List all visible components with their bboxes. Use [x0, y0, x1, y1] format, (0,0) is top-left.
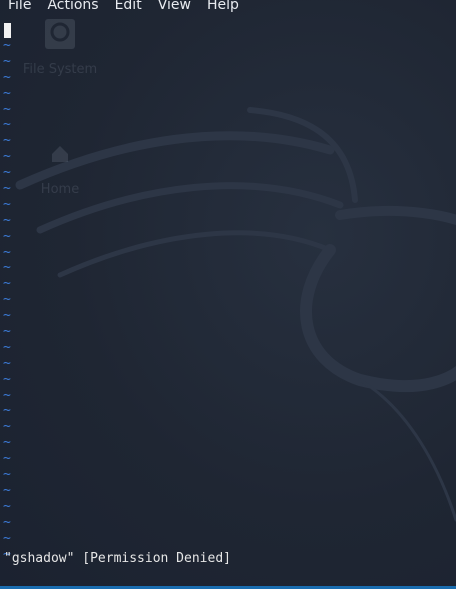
empty-line-tilde: ~	[3, 260, 11, 276]
menu-actions[interactable]: Actions	[39, 0, 106, 12]
empty-line-markers: ~ ~ ~ ~ ~ ~ ~ ~ ~ ~ ~ ~ ~ ~ ~ ~ ~ ~ ~ ~ ~ ~ ~ ~ ~ ~ ~ ~ ~ ~ ~ ~ ~	[3, 38, 15, 562]
empty-line-tilde: ~	[3, 117, 11, 133]
empty-line-tilde: ~	[3, 371, 11, 387]
empty-line-tilde: ~	[3, 85, 11, 101]
empty-line-tilde: ~	[3, 276, 11, 292]
empty-line-tilde: ~	[3, 165, 11, 181]
empty-line-tilde: ~	[3, 339, 11, 355]
menu-edit[interactable]: Edit	[107, 0, 150, 12]
empty-line-tilde: ~	[3, 228, 11, 244]
empty-line-tilde: ~	[3, 133, 11, 149]
empty-line-tilde: ~	[3, 467, 11, 483]
empty-line-tilde: ~	[3, 149, 11, 165]
empty-line-tilde: ~	[3, 196, 11, 212]
empty-line-tilde: ~	[3, 244, 11, 260]
empty-line-tilde: ~	[3, 292, 11, 308]
empty-line-tilde: ~	[3, 514, 11, 530]
empty-line-tilde: ~	[3, 403, 11, 419]
empty-line-tilde: ~	[3, 530, 11, 546]
empty-line-tilde: ~	[3, 53, 11, 69]
empty-line-tilde: ~	[3, 324, 11, 340]
menu-view[interactable]: View	[150, 0, 199, 12]
text-cursor	[4, 23, 11, 38]
empty-line-tilde: ~	[3, 181, 11, 197]
empty-line-tilde: ~	[3, 101, 11, 117]
empty-line-tilde: ~	[3, 498, 11, 514]
empty-line-tilde: ~	[3, 387, 11, 403]
empty-line-tilde: ~	[3, 212, 11, 228]
empty-line-tilde: ~	[3, 38, 11, 53]
vim-status-message: "gshadow" [Permission Denied]	[4, 551, 231, 566]
terminal-vim-buffer[interactable]: ~ ~ ~ ~ ~ ~ ~ ~ ~ ~ ~ ~ ~ ~ ~ ~ ~ ~ ~ ~ ~ ~ ~ ~ ~ ~ ~ ~ ~ ~ ~ ~ ~ "gshad…	[0, 16, 456, 586]
empty-line-tilde: ~	[3, 355, 11, 371]
screen: File System Home File Actions Edit View …	[0, 0, 456, 589]
empty-line-tilde: ~	[3, 308, 11, 324]
menu-bar: File Actions Edit View Help	[0, 0, 456, 16]
menu-help[interactable]: Help	[199, 0, 247, 12]
menu-file[interactable]: File	[0, 0, 39, 12]
empty-line-tilde: ~	[3, 435, 11, 451]
empty-line-tilde: ~	[3, 69, 11, 85]
empty-line-tilde: ~	[3, 482, 11, 498]
empty-line-tilde: ~	[3, 451, 11, 467]
empty-line-tilde: ~	[3, 419, 11, 435]
